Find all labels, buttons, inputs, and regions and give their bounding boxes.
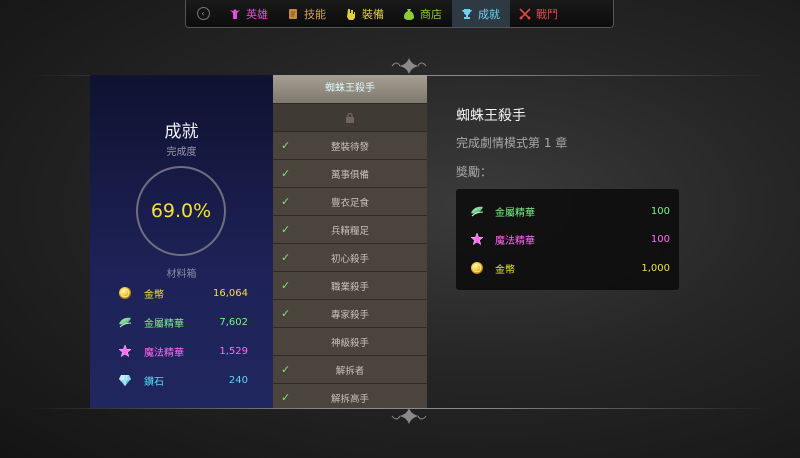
material-label: 金幣	[144, 289, 164, 301]
material-value: 240	[228, 374, 248, 386]
magic-essence-icon	[118, 344, 132, 358]
checkmark-icon: ✓	[281, 139, 291, 152]
gold-coin-icon	[471, 262, 483, 274]
checkmark-icon: ✓	[281, 391, 291, 404]
metal-essence-icon	[471, 206, 484, 217]
reward-name: 金屬精華	[495, 207, 535, 219]
achievement-label: 豐衣足食	[330, 197, 369, 209]
achievement-label: 初心殺手	[330, 253, 369, 265]
material-value: 7,602	[219, 316, 248, 328]
material-value: 1,529	[219, 345, 248, 357]
material-row: 金屬精華 7,602	[118, 312, 248, 332]
tab-skills[interactable]: 技能	[278, 0, 336, 27]
achievement-row[interactable]: ✓ 初心殺手	[273, 243, 427, 271]
metal-essence-icon	[119, 317, 132, 328]
gold-coin-icon	[119, 287, 131, 299]
reward-value: 1,000	[641, 262, 670, 274]
tab-achievements[interactable]: 成就	[452, 0, 510, 27]
tab-equipment-label: 裝備	[362, 7, 384, 21]
tab-equipment[interactable]: 裝備	[336, 0, 394, 27]
checkmark-icon: ✓	[281, 223, 291, 236]
tab-hero[interactable]: 英雄	[220, 0, 278, 27]
crossed-swords-icon	[519, 7, 531, 20]
profile-title: 成就	[164, 122, 199, 142]
gauntlet-icon	[347, 8, 355, 20]
checkmark-icon: ✓	[281, 307, 291, 320]
materials-label: 材料箱	[166, 269, 197, 280]
scroll-icon	[289, 8, 297, 19]
achievement-label: 兵精糧足	[330, 225, 369, 237]
achievement-label: 萬事俱備	[330, 169, 369, 181]
achievement-row[interactable]: 神級殺手	[273, 327, 427, 355]
tab-achievements-label: 成就	[478, 7, 500, 21]
material-label: 鑽石	[144, 376, 164, 388]
money-bag-icon	[404, 8, 414, 20]
top-nav: ‹ 英雄 技能 裝備 商店 成就 戰鬥	[185, 0, 614, 28]
material-row: 金幣 16,064	[118, 283, 248, 303]
reward-box: 金屬精華 100 魔法精華 100 金幣 1,000	[456, 189, 679, 290]
trophy-icon	[462, 8, 472, 19]
detail-description: 完成劇情模式第 1 章	[456, 136, 568, 150]
magic-essence-icon	[470, 232, 484, 246]
achievement-label: 解拆者	[335, 365, 365, 377]
reward-label: 獎勵：	[456, 165, 493, 179]
reward-name: 魔法精華	[495, 235, 535, 247]
checkmark-icon: ✓	[281, 279, 291, 292]
achievement-label: 專家殺手	[330, 309, 369, 321]
reward-row: 魔法精華 100	[470, 229, 670, 249]
diamond-icon	[119, 374, 131, 387]
hero-icon	[230, 8, 240, 19]
material-value: 16,064	[213, 287, 248, 299]
achievement-selected-header[interactable]: 蜘蛛王殺手	[273, 75, 427, 103]
achievement-label: 整裝待發	[330, 141, 369, 153]
achievement-row[interactable]: ✓ 整裝待發	[273, 131, 427, 159]
checkmark-icon: ✓	[281, 167, 291, 180]
achievement-list: 蜘蛛王殺手 ✓ 整裝待發 ✓ 萬事俱備 ✓ 豐衣足食 ✓ 兵精糧足 ✓ 初心殺手 ✓ 職業殺手 ✓ 專家殺…	[273, 75, 427, 408]
achievement-row[interactable]: ✓ 豐衣足食	[273, 187, 427, 215]
reward-value: 100	[650, 233, 670, 245]
back-arrow-icon: ‹	[196, 7, 210, 20]
reward-row: 金屬精華 100	[470, 201, 670, 221]
tab-battle[interactable]: 戰鬥	[510, 0, 568, 27]
completion-ring: 69.0%	[136, 166, 226, 256]
achievement-row[interactable]: ✓ 職業殺手	[273, 271, 427, 299]
reward-row: 金幣 1,000	[470, 258, 670, 278]
achievement-label: 職業殺手	[330, 281, 369, 293]
completion-value: 69.0%	[150, 200, 212, 222]
achievement-row[interactable]: ✓ 專家殺手	[273, 299, 427, 327]
checkmark-icon: ✓	[281, 363, 291, 376]
ornament-icon	[391, 58, 427, 74]
lock-icon	[346, 112, 354, 123]
material-label: 金屬精華	[144, 318, 184, 330]
material-label: 魔法精華	[144, 347, 184, 359]
checkmark-icon: ✓	[281, 251, 291, 264]
achievement-row[interactable]: ✓ 萬事俱備	[273, 159, 427, 187]
profile-panel: 成就 完成度 69.0% 材料箱 金幣 16,064 金屬精華 7,602 魔法…	[90, 75, 273, 408]
locked-row[interactable]	[273, 103, 427, 131]
tab-skills-label: 技能	[304, 7, 326, 21]
reward-name: 金幣	[495, 264, 515, 276]
checkmark-icon: ✓	[281, 195, 291, 208]
back-button[interactable]: ‹	[186, 0, 220, 27]
tab-shop[interactable]: 商店	[394, 0, 452, 27]
tab-shop-label: 商店	[420, 7, 442, 21]
achievement-label: 解拆高手	[330, 393, 369, 405]
reward-value: 100	[650, 205, 670, 217]
material-row: 鑽石 240	[118, 370, 248, 390]
tab-battle-label: 戰鬥	[536, 7, 558, 21]
achievement-label: 神級殺手	[330, 337, 369, 349]
completion-label: 完成度	[166, 147, 197, 158]
material-row: 魔法精華 1,529	[118, 341, 248, 361]
achievement-row[interactable]: ✓ 解拆高手	[273, 383, 427, 408]
ornament-bottom-icon	[391, 408, 427, 424]
achievement-row[interactable]: ✓ 兵精糧足	[273, 215, 427, 243]
detail-title: 蜘蛛王殺手	[456, 108, 526, 124]
achievement-row[interactable]: ✓ 解拆者	[273, 355, 427, 383]
tab-hero-label: 英雄	[246, 7, 268, 21]
